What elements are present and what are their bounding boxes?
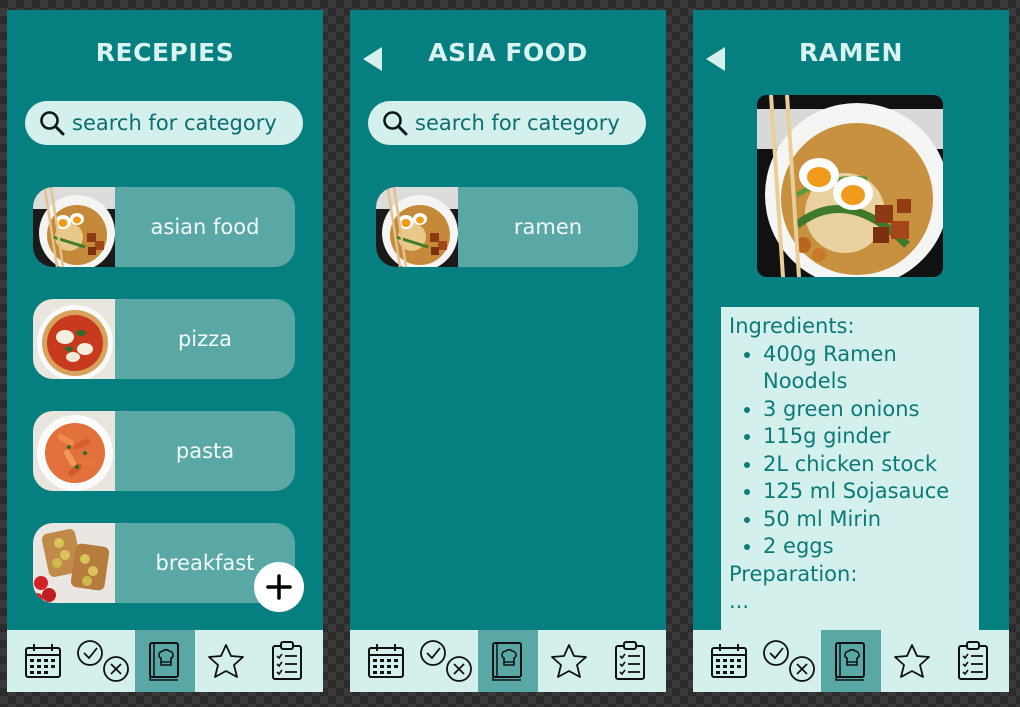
list-item: 400g Ramen Noodels [763, 341, 971, 396]
check-cross-icon [763, 640, 816, 682]
ramen-recipe-screen: RAMEN Ingredients: 400g Ramen N [693, 10, 1009, 692]
search-placeholder: search for category [72, 111, 277, 135]
check-cross-icon [77, 640, 130, 682]
search-input[interactable]: search for category [25, 101, 303, 145]
list-item: 2L chicken stock [763, 451, 971, 479]
search-icon [40, 111, 65, 136]
list-item: 3 green onions [763, 396, 971, 424]
tab-recipes[interactable] [477, 630, 539, 692]
tab-favorites[interactable] [195, 630, 256, 692]
recipe-panel: Ingredients: 400g Ramen Noodels 3 green … [721, 307, 979, 637]
search-icon [383, 111, 408, 136]
list-item: 50 ml Mirin [763, 506, 971, 534]
category-label: asian food [150, 215, 260, 239]
list-item: 115g ginder [763, 423, 971, 451]
tab-checklist[interactable] [256, 630, 317, 692]
page-title: ASIA FOOD [428, 38, 588, 67]
category-card-asian-food[interactable]: asian food [33, 187, 295, 267]
tab-done[interactable] [760, 630, 821, 692]
checklist-icon [957, 641, 988, 680]
pizza-thumbnail [33, 299, 115, 379]
ramen-thumbnail [33, 187, 115, 267]
category-label: pizza [177, 327, 233, 351]
search-input[interactable]: search for category [368, 101, 646, 145]
category-label: ramen [513, 215, 583, 239]
calendar-icon [711, 644, 748, 678]
calendar-icon [368, 644, 405, 678]
checklist-icon [271, 641, 302, 680]
category-label: pasta [175, 439, 235, 463]
preparation-heading: Preparation: [729, 561, 858, 586]
plus-icon [266, 574, 292, 600]
recipes-screen: RECEPIES search for category asian food … [7, 10, 323, 692]
bottom-tab-bar [7, 630, 323, 692]
tab-checklist[interactable] [599, 630, 660, 692]
star-icon [550, 644, 587, 678]
ingredients-heading: Ingredients: [729, 314, 855, 338]
tab-favorites[interactable] [881, 630, 942, 692]
tab-favorites[interactable] [538, 630, 599, 692]
star-icon [207, 644, 244, 678]
tab-done[interactable] [417, 630, 478, 692]
recipe-book-icon [834, 642, 865, 681]
list-item: 2 eggs [763, 533, 971, 561]
ramen-photo [757, 95, 943, 277]
breakfast-thumbnail [33, 523, 115, 603]
bottom-tab-bar [693, 630, 1009, 692]
pasta-thumbnail [33, 411, 115, 491]
asia-food-screen: ASIA FOOD search for category ramen [350, 10, 666, 692]
star-icon [893, 644, 930, 678]
category-card-ramen[interactable]: ramen [376, 187, 638, 267]
tab-done[interactable] [74, 630, 135, 692]
check-cross-icon [420, 640, 473, 682]
calendar-icon [25, 644, 62, 678]
page-title: RAMEN [799, 38, 903, 67]
list-item: 125 ml Sojasauce [763, 478, 971, 506]
search-placeholder: search for category [415, 111, 620, 135]
add-button[interactable] [254, 562, 304, 612]
ramen-thumbnail [376, 187, 458, 267]
tab-calendar[interactable] [13, 630, 74, 692]
tab-recipes[interactable] [820, 630, 882, 692]
recipe-book-icon [491, 642, 522, 681]
tab-calendar[interactable] [699, 630, 760, 692]
preparation-text: ... [729, 589, 750, 613]
category-card-pizza[interactable]: pizza [33, 299, 295, 379]
ingredients-list: 400g Ramen Noodels 3 green onions 115g g… [729, 341, 971, 561]
checklist-icon [614, 641, 645, 680]
bottom-tab-bar [350, 630, 666, 692]
tab-recipes[interactable] [134, 630, 196, 692]
tab-calendar[interactable] [356, 630, 417, 692]
recipe-book-icon [148, 642, 179, 681]
tab-checklist[interactable] [942, 630, 1003, 692]
page-title: RECEPIES [95, 38, 235, 67]
category-card-pasta[interactable]: pasta [33, 411, 295, 491]
